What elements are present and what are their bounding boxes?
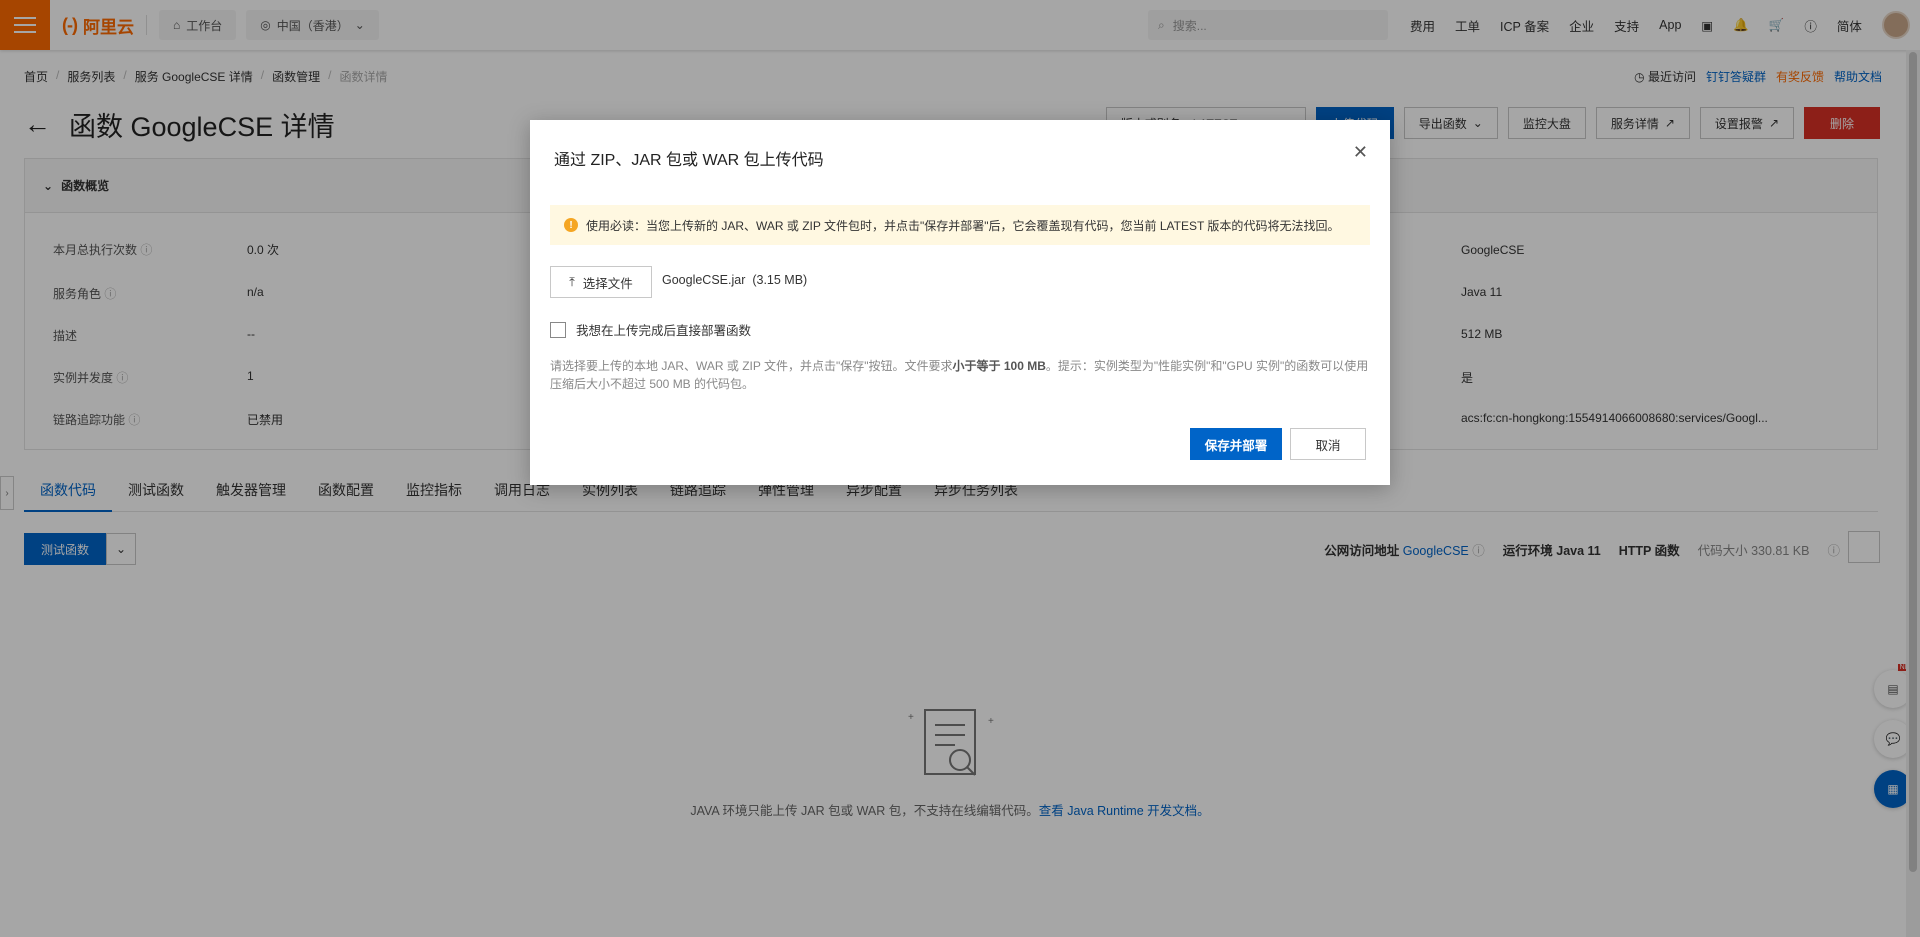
upload-help-text: 请选择要上传的本地 JAR、WAR 或 ZIP 文件，并点击"保存"按钮。文件要… (550, 357, 1370, 393)
cancel-button[interactable]: 取消 (1290, 428, 1366, 460)
save-deploy-button[interactable]: 保存并部署 (1190, 428, 1282, 460)
dialog-title: 通过 ZIP、JAR 包或 WAR 包上传代码 (554, 152, 824, 169)
upload-icon: ⤒ (569, 274, 575, 289)
warning-notice: ! 使用必读：当您上传新的 JAR、WAR 或 ZIP 文件包时，并点击"保存并… (550, 205, 1370, 245)
warning-icon: ! (564, 218, 578, 232)
upload-code-dialog: 通过 ZIP、JAR 包或 WAR 包上传代码 ✕ ! 使用必读：当您上传新的 … (530, 120, 1390, 485)
help-text-part1: 请选择要上传的本地 JAR、WAR 或 ZIP 文件，并点击"保存"按钮。文件要… (550, 359, 953, 373)
dialog-actions: 保存并部署 取消 (1190, 428, 1366, 460)
choose-file-label: 选择文件 (582, 276, 633, 291)
close-icon[interactable]: ✕ (1353, 142, 1368, 163)
selected-file: GoogleCSE.jar (3.15 MB) (662, 273, 807, 287)
file-size: (3.15 MB) (752, 273, 808, 287)
choose-file-button[interactable]: ⤒ 选择文件 (550, 266, 652, 298)
deploy-checkbox-label: 我想在上传完成后直接部署函数 (576, 324, 752, 338)
deploy-checkbox[interactable] (550, 321, 566, 338)
deploy-after-upload-option[interactable]: 我想在上传完成后直接部署函数 (550, 320, 751, 339)
file-name: GoogleCSE.jar (662, 273, 746, 287)
warning-text: 使用必读：当您上传新的 JAR、WAR 或 ZIP 文件包时，并点击"保存并部署… (586, 218, 1340, 233)
help-size-limit: 小于等于 100 MB (952, 359, 1046, 373)
